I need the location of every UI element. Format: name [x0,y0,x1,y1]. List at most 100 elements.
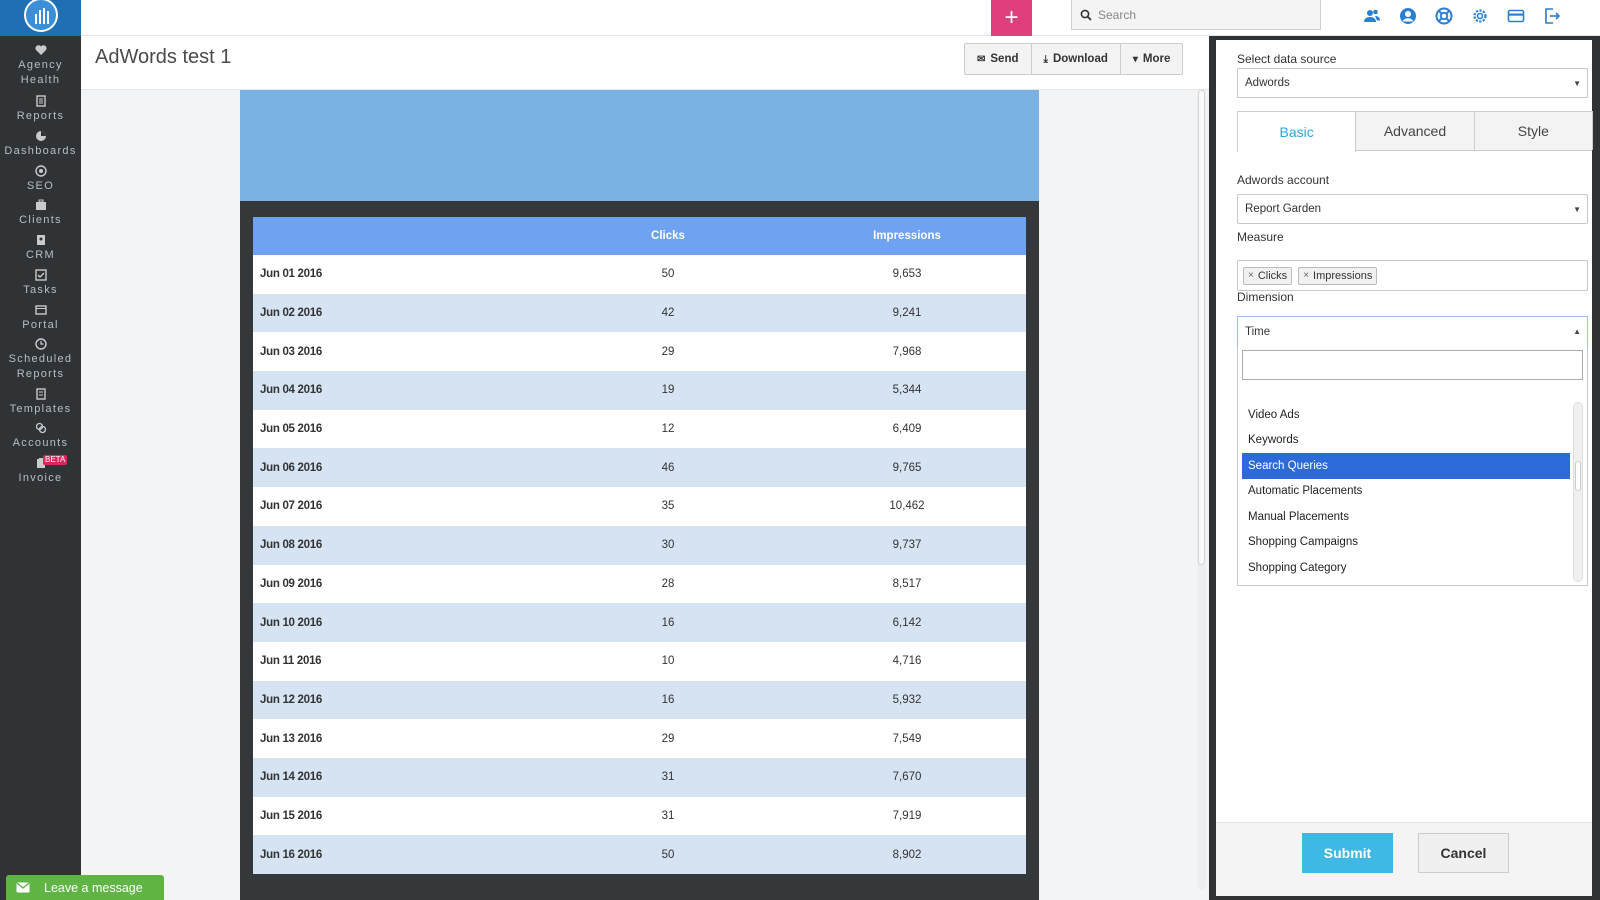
cell-impressions: 9,737 [788,525,1026,565]
sidebar: Agency Health Reports Dashboards SEO Clients… [0,0,81,900]
sidebar-item-seo[interactable]: SEO [0,165,81,194]
sidebar-item-tasks[interactable]: Tasks [0,269,81,298]
canvas-scrollbar[interactable] [1197,90,1206,890]
download-icon: ⤓ [1043,53,1048,65]
cell-impressions: 6,409 [788,409,1026,449]
leave-message-button[interactable]: Leave a message [6,875,164,900]
column-header-date [253,217,548,255]
help-icon[interactable] [1433,5,1455,27]
logo[interactable] [0,0,81,36]
sidebar-item-invoice[interactable]: Invoice BETA [0,455,81,486]
cell-date: Jun 13 2016 [253,719,548,758]
scrollbar-thumb[interactable] [1198,90,1205,565]
cell-clicks: 28 [548,564,788,604]
send-button[interactable]: ✉ Send [965,44,1032,74]
logo-icon [23,0,58,32]
dimension-option[interactable]: Video Ads [1242,402,1570,428]
title-bar: AdWords test 1 ✉ Send ⤓ Download ▾ More [81,36,1209,90]
dimension-options: Video Ads Keywords Search Queries Automatic… [1242,402,1570,581]
tab-advanced[interactable]: Advanced [1355,111,1475,150]
chevron-down-icon: ▼ [1573,205,1581,214]
cell-clicks: 50 [548,835,788,874]
target-icon [34,165,47,177]
cell-date: Jun 02 2016 [253,293,548,333]
adwords-account-select[interactable]: Report Garden ▼ [1237,194,1588,224]
table-row: Jun 09 2016 28 8,517 [253,564,1026,604]
search-box[interactable] [1071,0,1321,30]
search-input[interactable] [1098,7,1298,22]
cell-clicks: 29 [548,719,788,758]
dimension-select[interactable]: Time ▲ [1237,316,1588,347]
sidebar-item-templates[interactable]: Templates [0,388,81,417]
sidebar-item-crm[interactable]: CRM [0,234,81,263]
tab-style[interactable]: Style [1473,111,1593,150]
dimension-option[interactable]: Keywords [1242,428,1570,454]
tab-basic[interactable]: Basic [1237,111,1357,152]
measure-multiselect[interactable]: × Clicks × Impressions [1237,260,1588,291]
sidebar-item-accounts[interactable]: Accounts [0,422,81,451]
cell-date: Jun 05 2016 [253,409,548,449]
sidebar-item-label: CRM [26,249,55,261]
page-title: AdWords test 1 [95,46,232,68]
settings-tabs: Basic Advanced Style [1237,111,1593,152]
gear-icon[interactable] [1469,5,1491,27]
profile-icon[interactable] [1397,5,1419,27]
users-icon[interactable] [1361,5,1383,27]
top-bar: + [81,0,1600,36]
logout-icon[interactable] [1541,5,1563,27]
remove-icon[interactable]: × [1248,270,1254,281]
table-widget[interactable]: Clicks Impressions Jun 01 2016 50 9,653 Jun… [240,201,1039,900]
sidebar-item-label: Reports [16,110,65,122]
table-row: Jun 05 2016 12 6,409 [253,409,1026,449]
measure-chip[interactable]: × Impressions [1298,266,1378,285]
cell-date: Jun 01 2016 [253,255,548,294]
cell-date: Jun 03 2016 [253,332,548,372]
dimension-search-input[interactable] [1242,350,1583,380]
dimension-option[interactable]: Search Queries [1242,453,1570,479]
add-button[interactable]: + [991,0,1032,36]
dimension-option[interactable]: Shopping Campaigns [1242,530,1570,556]
envelope-icon [16,882,30,893]
scrollbar-thumb[interactable] [1575,461,1581,491]
cell-impressions: 5,932 [788,680,1026,720]
dimension-dropdown: Video Ads Keywords Search Queries Automatic… [1237,347,1588,586]
clock-icon [34,338,47,350]
cell-impressions: 9,653 [788,255,1026,294]
document-icon [35,95,47,107]
cell-clicks: 19 [548,371,788,410]
submit-button[interactable]: Submit [1302,833,1393,873]
sidebar-item-dashboards[interactable]: Dashboards [0,130,81,159]
cell-clicks: 16 [548,680,788,720]
cell-clicks: 42 [548,293,788,333]
dropdown-scrollbar[interactable] [1573,402,1583,582]
download-label: Download [1052,53,1108,65]
cell-clicks: 35 [548,487,788,526]
cancel-button[interactable]: Cancel [1418,833,1509,873]
sidebar-item-label: Templates [9,403,72,415]
sidebar-item-portal[interactable]: Portal [0,304,81,333]
download-button[interactable]: ⤓ Download [1032,44,1121,74]
cell-impressions: 5,344 [788,371,1026,410]
dimension-option[interactable]: Automatic Placements [1242,479,1570,505]
data-source-select[interactable]: Adwords ▼ [1237,68,1588,98]
dimension-option[interactable]: Manual Placements [1242,504,1570,530]
table-row: Jun 08 2016 30 9,737 [253,525,1026,565]
cell-impressions: 7,670 [788,757,1026,797]
column-header-clicks: Clicks [548,217,788,255]
cell-date: Jun 08 2016 [253,525,548,565]
sidebar-item-clients[interactable]: Clients [0,199,81,228]
credit-card-icon[interactable] [1505,5,1527,27]
cell-clicks: 16 [548,603,788,642]
heart-icon [34,44,47,56]
sidebar-item-agency-health[interactable]: Agency Health [0,44,81,88]
more-button[interactable]: ▾ More [1121,44,1183,74]
sidebar-item-reports[interactable]: Reports [0,95,81,124]
sidebar-item-label: Clients [19,214,62,226]
table-row: Jun 15 2016 31 7,919 [253,796,1026,836]
cell-clicks: 10 [548,641,788,681]
remove-icon[interactable]: × [1303,270,1309,281]
cell-impressions: 10,462 [788,487,1026,526]
sidebar-item-scheduled-reports[interactable]: Scheduled Reports [0,338,81,382]
dimension-option[interactable]: Shopping Category [1242,555,1570,581]
measure-chip[interactable]: × Clicks [1243,266,1293,285]
